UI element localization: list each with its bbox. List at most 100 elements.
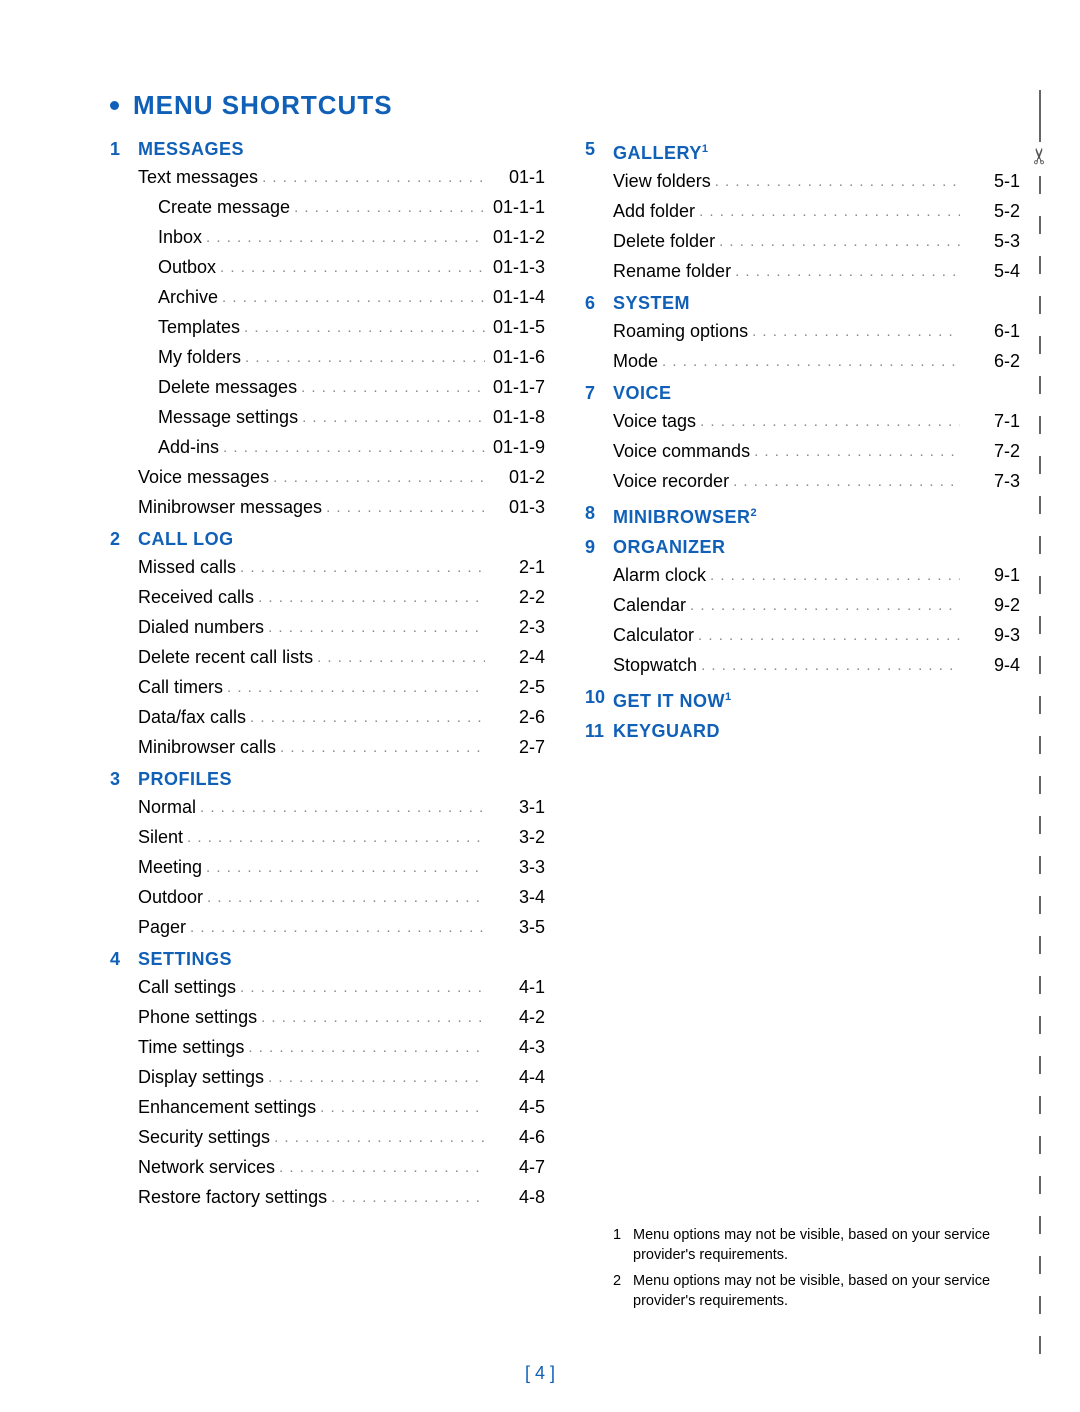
leader-dots xyxy=(711,168,960,196)
toc-row: Minibrowser calls2-7 xyxy=(138,733,545,763)
toc-row: Text messages01-1 xyxy=(138,163,545,193)
toc-row: Delete folder5-3 xyxy=(613,227,1020,257)
section: 4SETTINGSCall settings4-1Phone settings4… xyxy=(110,945,545,1213)
toc-label: Voice commands xyxy=(613,437,750,465)
toc-row: Add-ins01-1-9 xyxy=(138,433,545,463)
toc-label: Text messages xyxy=(138,163,258,191)
toc-label: Normal xyxy=(138,793,196,821)
section-title: VOICE xyxy=(613,379,1020,407)
leader-dots xyxy=(322,494,485,522)
leader-dots xyxy=(327,1184,485,1212)
toc-row: Received calls 2-2 xyxy=(138,583,545,613)
toc-row: Phone settings4-2 xyxy=(138,1003,545,1033)
leader-dots xyxy=(202,854,485,882)
toc-label: Add folder xyxy=(613,197,695,225)
toc-row: Display settings4-4 xyxy=(138,1063,545,1093)
toc-row: Call timers2-5 xyxy=(138,673,545,703)
toc-row: Call settings4-1 xyxy=(138,973,545,1003)
section: 1MESSAGESText messages01-1Create message… xyxy=(110,135,545,523)
toc-row: View folders5-1 xyxy=(613,167,1020,197)
toc-label: Meeting xyxy=(138,853,202,881)
toc-row: Network services4-7 xyxy=(138,1153,545,1183)
toc-code: 4-6 xyxy=(485,1123,545,1151)
toc-label: Minibrowser messages xyxy=(138,493,322,521)
toc-label: Dialed numbers xyxy=(138,613,264,641)
toc-label: Time settings xyxy=(138,1033,244,1061)
toc-label: Create message xyxy=(158,193,290,221)
toc-code: 2-4 xyxy=(485,643,545,671)
toc-row: Time settings4-3 xyxy=(138,1033,545,1063)
toc-code: 9-4 xyxy=(960,651,1020,679)
toc-row: Restore factory settings4-8 xyxy=(138,1183,545,1213)
section-title: KEYGUARD xyxy=(613,717,1020,745)
toc-row: Stopwatch9-4 xyxy=(613,651,1020,681)
toc-code: 3-1 xyxy=(485,793,545,821)
toc-row: Rename folder5-4 xyxy=(613,257,1020,287)
toc-label: Voice messages xyxy=(138,463,269,491)
section-number: 11 xyxy=(585,717,613,745)
toc-row: Voice tags7-1 xyxy=(613,407,1020,437)
toc-row: Voice recorder7-3 xyxy=(613,467,1020,497)
toc-row: Data/fax calls2-6 xyxy=(138,703,545,733)
toc-label: Mode xyxy=(613,347,658,375)
toc-label: Alarm clock xyxy=(613,561,706,589)
section-superscript: 2 xyxy=(751,507,758,519)
leader-dots xyxy=(696,408,960,436)
toc-code: 4-5 xyxy=(485,1093,545,1121)
toc-label: Calendar xyxy=(613,591,686,619)
leader-dots xyxy=(270,1124,485,1152)
leader-dots xyxy=(313,644,485,672)
leader-dots xyxy=(731,258,960,286)
toc-label: Roaming options xyxy=(613,317,748,345)
leader-dots xyxy=(297,374,485,402)
toc-code: 01-2 xyxy=(485,463,545,491)
leader-dots xyxy=(275,1154,485,1182)
leader-dots xyxy=(264,614,485,642)
leader-dots xyxy=(244,1034,485,1062)
toc-label: Missed calls xyxy=(138,553,236,581)
toc-code: 5-1 xyxy=(960,167,1020,195)
leader-dots xyxy=(254,584,485,612)
toc-label: Voice recorder xyxy=(613,467,729,495)
toc-code: 01-1-5 xyxy=(485,313,545,341)
leader-dots xyxy=(695,198,960,226)
section-number: 7 xyxy=(585,379,613,407)
toc-label: Call settings xyxy=(138,973,236,1001)
leader-dots xyxy=(729,468,960,496)
scissors-icon: ✂ xyxy=(1028,147,1052,165)
toc-row: My folders01-1-6 xyxy=(138,343,545,373)
toc-row: Outdoor3-4 xyxy=(138,883,545,913)
toc-row: Missed calls2-1 xyxy=(138,553,545,583)
footnote: 2Menu options may not be visible, based … xyxy=(613,1271,1020,1311)
toc-row: Add folder5-2 xyxy=(613,197,1020,227)
toc-code: 3-4 xyxy=(485,883,545,911)
leader-dots xyxy=(290,194,485,222)
toc-row: Silent3-2 xyxy=(138,823,545,853)
toc-label: Templates xyxy=(158,313,240,341)
toc-code: 01-1-4 xyxy=(485,283,545,311)
toc-label: Security settings xyxy=(138,1123,270,1151)
leader-dots xyxy=(241,344,485,372)
toc-row: Calendar9-2 xyxy=(613,591,1020,621)
leader-dots xyxy=(750,438,960,466)
toc-code: 3-5 xyxy=(485,913,545,941)
leader-dots xyxy=(697,652,960,680)
leader-dots xyxy=(694,622,960,650)
leader-dots xyxy=(216,254,485,282)
toc-row: Pager3-5 xyxy=(138,913,545,943)
toc-label: Rename folder xyxy=(613,257,731,285)
toc-label: Archive xyxy=(158,283,218,311)
toc-label: Received calls xyxy=(138,583,254,611)
toc-code: 2-7 xyxy=(485,733,545,761)
toc-code: 01-1-3 xyxy=(485,253,545,281)
section-title: ORGANIZER xyxy=(613,533,1020,561)
toc-code: 2-2 xyxy=(485,583,545,611)
leader-dots xyxy=(257,1004,485,1032)
leader-dots xyxy=(316,1094,485,1122)
leader-dots xyxy=(264,1064,485,1092)
toc-code: 2-6 xyxy=(485,703,545,731)
toc-code: 4-4 xyxy=(485,1063,545,1091)
leader-dots xyxy=(748,318,960,346)
section: 5GALLERY1View folders5-1Add folder5-2Del… xyxy=(585,135,1020,287)
leader-dots xyxy=(715,228,960,256)
